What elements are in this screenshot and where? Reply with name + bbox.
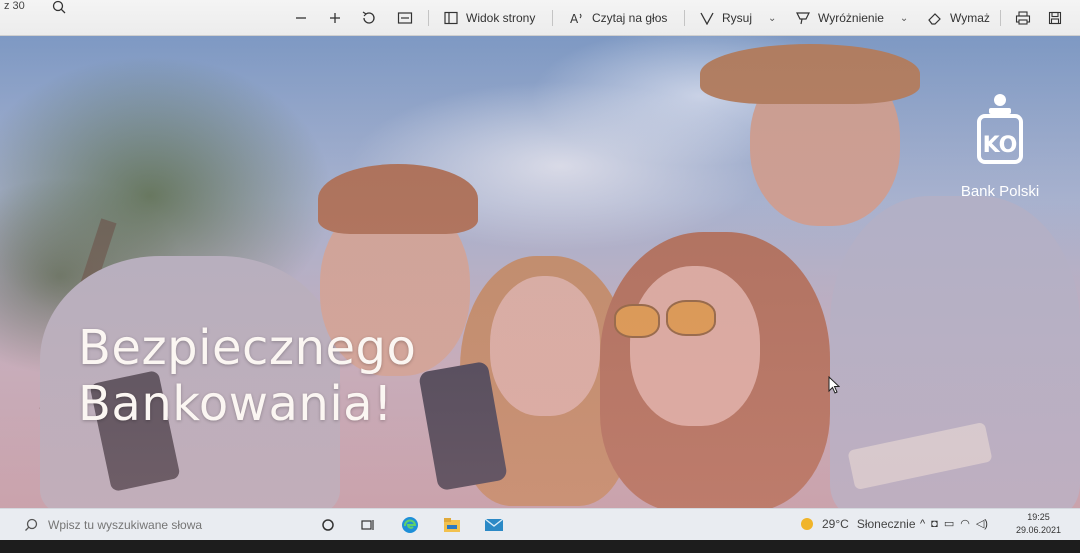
chevron-down-icon[interactable]: ⌄ bbox=[900, 13, 908, 24]
erase-label: Wymaż bbox=[950, 11, 990, 25]
svg-text:A: A bbox=[570, 12, 579, 25]
draw-label: Rysuj bbox=[722, 11, 753, 25]
pdf-toolbar: z 30 Widok strony A Czytaj na głos Rysuj… bbox=[0, 0, 1080, 36]
print-icon bbox=[1014, 9, 1032, 27]
windows-taskbar: 29°C Słonecznie ^ ◘ ▭ ◠ ◁) 19:25 29.06.2… bbox=[0, 508, 1080, 540]
chevron-up-icon[interactable]: ^ bbox=[920, 518, 925, 530]
toolbar-divider bbox=[552, 10, 553, 26]
read-aloud-button[interactable]: A Czytaj na głos bbox=[568, 7, 667, 29]
svg-text:KO: KO bbox=[983, 133, 1018, 158]
toolbar-divider bbox=[684, 10, 685, 26]
chevron-down-icon[interactable]: ⌄ bbox=[768, 13, 776, 24]
fit-page-icon bbox=[396, 9, 414, 27]
rotate-icon bbox=[360, 9, 378, 27]
read-aloud-icon: A bbox=[568, 9, 586, 27]
photo-overlay bbox=[0, 36, 1080, 508]
draw-button[interactable]: Rysuj ⌄ bbox=[698, 7, 776, 29]
read-aloud-label: Czytaj na głos bbox=[592, 11, 668, 25]
wifi-icon[interactable]: ◠ bbox=[960, 517, 970, 530]
weather-temp: 29°C bbox=[822, 517, 849, 531]
volume-icon[interactable]: ◁) bbox=[976, 517, 988, 530]
highlight-icon bbox=[794, 9, 812, 27]
page-view-button[interactable]: Widok strony bbox=[442, 7, 535, 29]
mouse-cursor-icon bbox=[828, 376, 840, 394]
zoom-in-button[interactable] bbox=[326, 7, 344, 29]
task-view-icon[interactable] bbox=[358, 515, 378, 535]
weather-desc: Słonecznie bbox=[856, 517, 916, 531]
toolbar-divider bbox=[428, 10, 429, 26]
weather-widget[interactable]: 29°C Słonecznie bbox=[800, 517, 916, 531]
file-explorer-icon[interactable] bbox=[442, 515, 462, 535]
save-icon bbox=[1046, 9, 1064, 27]
headline: Bezpiecznego Bankowania! bbox=[78, 320, 416, 432]
edge-icon[interactable] bbox=[400, 515, 420, 535]
draw-icon bbox=[698, 9, 716, 27]
search-icon bbox=[25, 518, 38, 531]
taskbar-search-input[interactable] bbox=[48, 518, 268, 532]
toolbar-divider bbox=[1000, 10, 1001, 26]
headline-line-1: Bezpiecznego bbox=[78, 320, 417, 376]
zoom-in-icon bbox=[326, 9, 344, 27]
page-view-label: Widok strony bbox=[466, 11, 536, 25]
system-tray: ^ ◘ ▭ ◠ ◁) bbox=[920, 517, 988, 531]
clock-date: 29.06.2021 bbox=[1016, 525, 1062, 535]
rotate-button[interactable] bbox=[360, 7, 378, 29]
highlight-button[interactable]: Wyróżnienie ⌄ bbox=[794, 7, 908, 29]
onedrive-icon[interactable]: ◘ bbox=[931, 518, 938, 530]
battery-icon[interactable]: ▭ bbox=[944, 517, 954, 530]
eraser-icon bbox=[926, 9, 944, 27]
search-icon bbox=[50, 0, 68, 16]
pko-logo-icon: KO bbox=[977, 94, 1023, 164]
save-button[interactable] bbox=[1046, 7, 1064, 29]
cortana-icon[interactable] bbox=[318, 515, 338, 535]
print-button[interactable] bbox=[1014, 7, 1032, 29]
brand-name: Bank Polski bbox=[960, 183, 1040, 200]
erase-button[interactable]: Wymaż bbox=[926, 7, 990, 29]
sun-icon bbox=[801, 518, 813, 530]
highlight-label: Wyróżnienie bbox=[818, 11, 884, 25]
monitor-bezel bbox=[0, 540, 1080, 553]
page-count: z 30 bbox=[4, 0, 25, 12]
zoom-out-button[interactable] bbox=[292, 7, 310, 29]
zoom-out-icon bbox=[292, 9, 310, 27]
mail-icon[interactable] bbox=[484, 515, 504, 535]
clock-time: 19:25 bbox=[1027, 512, 1050, 522]
fit-page-button[interactable] bbox=[396, 7, 414, 29]
page-view-icon bbox=[442, 9, 460, 27]
taskbar-clock[interactable]: 19:25 29.06.2021 bbox=[1016, 511, 1061, 537]
taskbar-search[interactable] bbox=[18, 513, 300, 537]
bank-logo: KO Bank Polski bbox=[960, 92, 1040, 200]
document-page: Bezpiecznego Bankowania! KO Bank Polski bbox=[0, 36, 1080, 508]
headline-line-2: Bankowania! bbox=[78, 376, 393, 432]
search-button[interactable] bbox=[50, 0, 68, 18]
